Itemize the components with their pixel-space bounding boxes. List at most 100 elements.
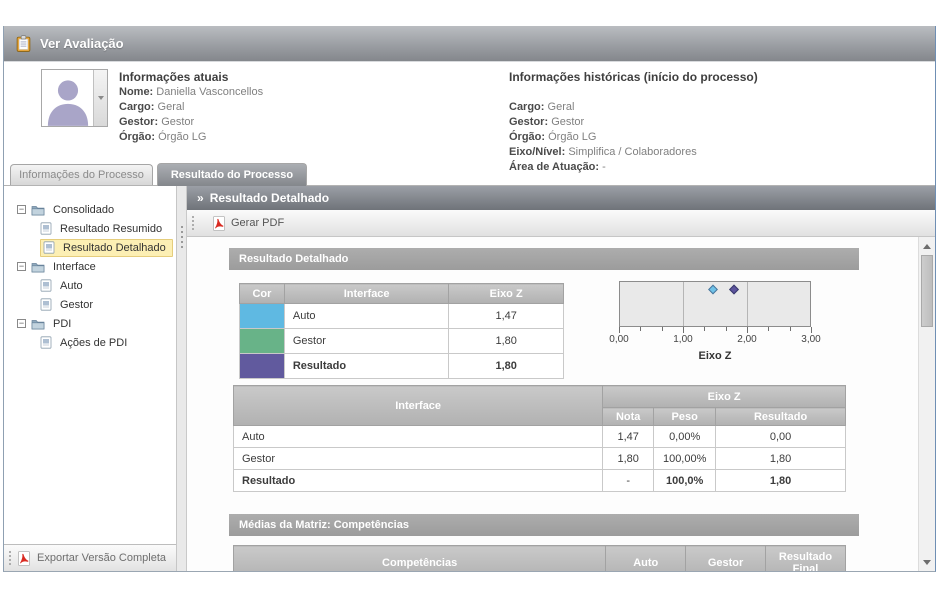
peso-cell: 100,00% — [654, 448, 716, 470]
result-card: Resultado Detalhado Cor Interface Eixo Z — [229, 248, 859, 571]
interface-result-table: Interface Eixo Z Nota Peso Resultado Aut… — [233, 385, 846, 492]
scroll-up-button[interactable] — [920, 238, 934, 254]
avatar-silhouette-icon — [42, 70, 93, 126]
tree-node-auto[interactable]: Auto — [4, 276, 176, 295]
col-header-competencias: Competências — [234, 546, 606, 572]
color-swatch — [240, 354, 285, 379]
info-field: Cargo: Geral — [509, 100, 758, 115]
splitter-grip-icon — [181, 226, 183, 248]
panel-title: Resultado Detalhado — [210, 191, 329, 205]
info-field: Gestor: Gestor — [119, 115, 263, 130]
table-row-total: Resultado 1,80 — [240, 354, 564, 379]
x-axis-labels: 0,00 1,00 2,00 3,00 — [619, 334, 811, 347]
panel-header: » Resultado Detalhado — [187, 186, 935, 210]
collapse-icon[interactable]: − — [17, 319, 26, 328]
scrollbar-thumb[interactable] — [921, 255, 933, 327]
main-panel: » Resultado Detalhado Gerar PDF — [187, 186, 935, 571]
chevron-down-icon — [98, 96, 104, 100]
resultado-cell: 1,80 — [716, 448, 846, 470]
tree-node-resultado-resumido[interactable]: Resultado Resumido — [4, 219, 176, 238]
historical-info-block: Informações históricas (início do proces… — [509, 70, 758, 175]
col-header-resultado-final: Resultado Final — [766, 546, 846, 572]
info-field: Cargo: Geral — [119, 100, 263, 115]
eixo-z-cell: 1,80 — [449, 354, 564, 379]
tree-node-resultado-detalhado[interactable]: Resultado Detalhado — [4, 238, 176, 257]
interface-cell: Gestor — [234, 448, 603, 470]
table-row: Gestor 1,80 100,00% 1,80 — [234, 448, 846, 470]
tab-resultado-do-processo[interactable]: Resultado do Processo — [157, 163, 307, 186]
interface-cell: Resultado — [234, 470, 603, 492]
col-header-nota: Nota — [603, 408, 654, 426]
tick-label: 1,00 — [673, 334, 692, 345]
peso-cell: 0,00% — [654, 426, 716, 448]
generate-pdf-button[interactable]: Gerar PDF — [200, 213, 291, 234]
chart-plot-area — [619, 281, 811, 327]
document-icon — [40, 222, 52, 235]
tree-node-gestor[interactable]: Gestor — [4, 295, 176, 314]
collapse-icon[interactable]: − — [17, 205, 26, 214]
document-icon — [40, 279, 52, 292]
collapse-icon[interactable]: − — [17, 262, 26, 271]
tree-node-consolidado[interactable]: − Consolidado — [4, 200, 176, 219]
col-header-resultado: Resultado — [716, 408, 846, 426]
tabstrip: Informações do Processo Resultado do Pro… — [4, 160, 935, 186]
eixo-z-chart: 0,00 1,00 2,00 3,00 Eixo Z — [619, 281, 839, 362]
tick-label: 3,00 — [801, 334, 820, 345]
pdf-icon — [212, 216, 226, 231]
info-field: Nome: Daniella Vasconcellos — [119, 85, 263, 100]
gridline — [747, 282, 748, 326]
document-icon — [40, 336, 52, 349]
content-row: − Consolidado — [4, 186, 935, 571]
tree-node-acoes-de-pdi[interactable]: Ações de PDI — [4, 333, 176, 352]
color-legend-table: Cor Interface Eixo Z Auto 1,47 — [239, 283, 564, 379]
col-header-peso: Peso — [654, 408, 716, 426]
chart-point-resultado — [729, 285, 739, 295]
info-field: Área de Atuação: - — [509, 160, 758, 175]
tree-node-pdi[interactable]: − PDI — [4, 314, 176, 333]
avatar — [41, 69, 108, 127]
col-header-cor: Cor — [240, 284, 285, 304]
profile-info-section: Informações atuais Nome: Daniella Vascon… — [4, 62, 935, 160]
info-field: Órgão: Órgão LG — [509, 130, 758, 145]
interface-cell: Gestor — [284, 329, 449, 354]
info-field: Eixo/Nível: Simplifica / Colaboradores — [509, 145, 758, 160]
panel-splitter[interactable] — [177, 186, 187, 571]
interface-cell: Auto — [234, 426, 603, 448]
screenshot-stage: Ver Avaliação Informações atuais Nome: D… — [0, 0, 940, 600]
triangle-down-icon — [923, 560, 931, 565]
avatar-dropdown-button[interactable] — [93, 70, 107, 126]
tab-informacoes-do-processo[interactable]: Informações do Processo — [10, 164, 153, 185]
tick-label: 2,00 — [737, 334, 756, 345]
current-info-heading: Informações atuais — [119, 70, 263, 85]
export-full-version-button[interactable]: Exportar Versão Completa — [4, 544, 176, 571]
col-header-eixo-z: Eixo Z — [449, 284, 564, 304]
x-axis-title: Eixo Z — [619, 350, 811, 362]
main-body: Resultado Detalhado Cor Interface Eixo Z — [187, 237, 935, 571]
scroll-down-button[interactable] — [920, 554, 934, 570]
resultado-cell: 0,00 — [716, 426, 846, 448]
vertical-scrollbar[interactable] — [918, 237, 935, 571]
group-header-eixo-z: Eixo Z — [603, 386, 846, 408]
clipboard-icon — [15, 35, 32, 52]
peso-cell: 100,0% — [654, 470, 716, 492]
gridline — [683, 282, 684, 326]
historical-info-heading: Informações históricas (início do proces… — [509, 70, 758, 85]
summary-row: Cor Interface Eixo Z Auto 1,47 — [229, 283, 859, 379]
current-info-block: Informações atuais Nome: Daniella Vascon… — [119, 70, 263, 145]
toolbar-grip — [9, 551, 11, 565]
color-swatch — [240, 304, 285, 329]
interface-cell: Resultado — [284, 354, 449, 379]
tree-node-interface[interactable]: − Interface — [4, 257, 176, 276]
eixo-z-cell: 1,80 — [449, 329, 564, 354]
window-title: Ver Avaliação — [40, 36, 124, 51]
nota-cell: 1,80 — [603, 448, 654, 470]
col-header-interface: Interface — [284, 284, 449, 304]
folder-icon — [31, 318, 45, 330]
col-header-gestor: Gestor — [686, 546, 766, 572]
scroll-content: Resultado Detalhado Cor Interface Eixo Z — [187, 237, 918, 571]
nota-cell: - — [603, 470, 654, 492]
col-header-interface: Interface — [234, 386, 603, 426]
export-button-label: Exportar Versão Completa — [37, 552, 166, 564]
window-titlebar: Ver Avaliação — [4, 26, 935, 62]
x-axis-ticks — [619, 327, 811, 334]
